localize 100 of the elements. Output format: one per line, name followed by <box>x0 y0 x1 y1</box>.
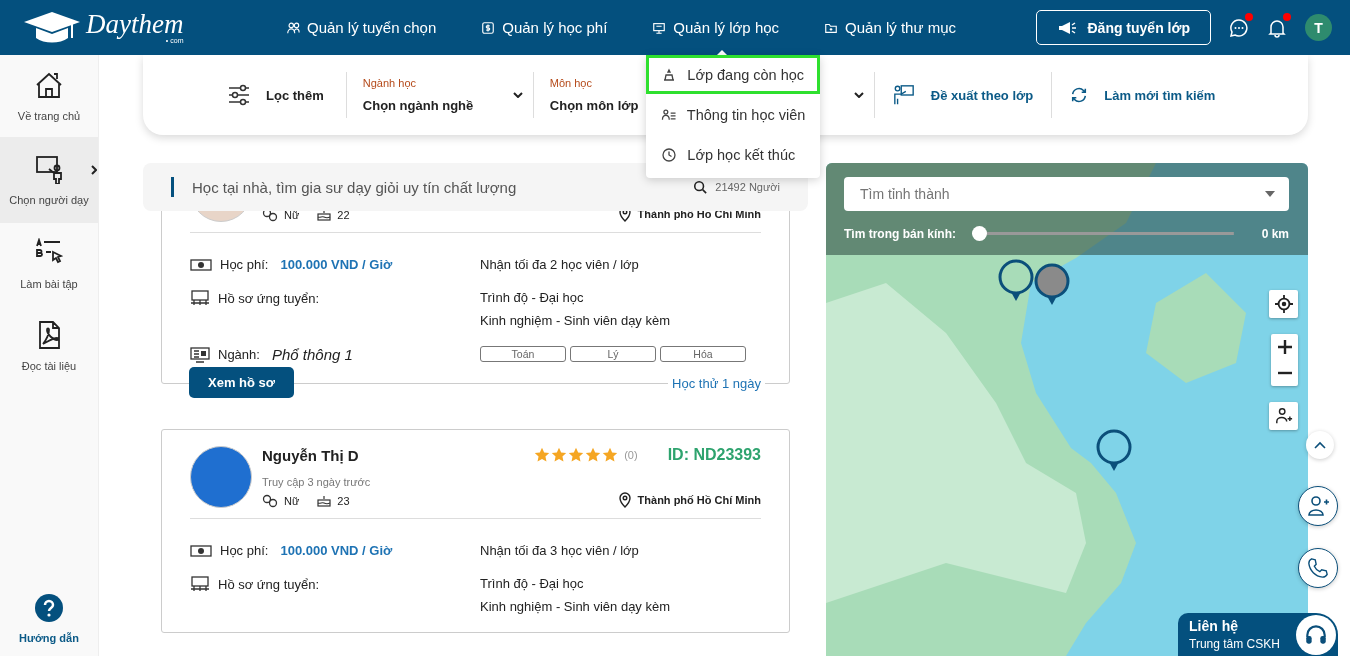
nav-link[interactable]: Quản lý lớp học <box>652 19 780 36</box>
scroll-up-button[interactable] <box>1306 431 1334 459</box>
profile-label: Hồ sơ ứng tuyển: <box>218 576 320 592</box>
post-class-button[interactable]: Đăng tuyển lớp <box>1036 10 1211 45</box>
capacity-text: Nhận tối đa 3 học viên / lớp <box>480 543 639 558</box>
menu-pointer-icon <box>715 50 728 56</box>
sidebar-item[interactable]: Làm bài tập <box>0 223 98 305</box>
nav-icon <box>286 20 300 35</box>
suggest-button[interactable]: Đề xuất theo lớp <box>874 72 1053 118</box>
more-filters-button[interactable]: Lọc thêm <box>228 72 347 118</box>
sidebar-icon <box>35 154 63 184</box>
money-icon <box>190 544 212 557</box>
locate-button[interactable] <box>1269 290 1298 318</box>
capacity-text: Nhận tối đa 2 học viên / lớp <box>480 257 639 272</box>
computer-icon <box>190 576 210 592</box>
plus-icon <box>1277 340 1292 354</box>
filter-select[interactable]: Môn học Chọn môn lớp <box>533 72 642 118</box>
headset-icon <box>1296 615 1336 655</box>
user-avatar[interactable]: T <box>1305 14 1332 41</box>
logo-wordmark: Daythem <box>86 11 184 37</box>
fee-value: 100.000 VND / Giờ <box>280 543 393 558</box>
computer-icon <box>190 290 210 306</box>
cake-icon <box>317 495 332 507</box>
money-icon <box>190 258 212 271</box>
person-plus-icon <box>1274 407 1293 425</box>
megaphone-icon <box>1057 19 1078 36</box>
education-text: Trình độ - Đại học <box>480 576 585 591</box>
gender-icon <box>262 494 278 508</box>
contact-panel[interactable]: Liên hệ Trung tâm CSKH <box>1178 613 1338 656</box>
help-link[interactable]: Hướng dẫn <box>0 594 98 656</box>
last-seen-text: Truy cập 3 ngày trước <box>262 476 372 488</box>
subject-tag: Toán <box>480 346 566 362</box>
sliders-icon <box>228 84 250 106</box>
refresh-icon <box>1070 86 1089 104</box>
fee-value: 100.000 VND / Giờ <box>280 257 393 272</box>
person-plus-icon <box>1306 494 1330 518</box>
nav-icon <box>481 20 496 35</box>
location-text: Thành phố Hồ Chí Minh <box>637 494 761 506</box>
contact-title: Liên hệ <box>1189 618 1239 634</box>
result-count: 21492 Người <box>715 181 780 193</box>
tutor-name: Nguyễn Thị D <box>262 447 360 464</box>
map-pin-icon[interactable] <box>998 259 1034 303</box>
review-count: (0) <box>624 449 638 461</box>
presenter-icon <box>892 84 915 106</box>
minus-icon <box>1277 371 1292 375</box>
sidebar-item[interactable]: Chọn người dạy <box>0 137 98 223</box>
fee-label: Học phí: <box>220 257 269 272</box>
search-field[interactable]: Học tại nhà, tìm gia sư dạy giỏi uy tín chất lượng <box>190 177 686 197</box>
contact-subtitle: Trung tâm CSKH <box>1189 637 1281 651</box>
subject-tag: Hóa <box>660 346 746 362</box>
star-icon <box>585 447 602 463</box>
slider-thumb[interactable] <box>972 226 987 241</box>
star-icon <box>602 447 619 463</box>
experience-text: Kinh nghiệm - Sinh viên dạy kèm <box>480 599 671 614</box>
search-icon <box>693 180 708 194</box>
nav-link[interactable]: Quản lý tuyển chọn <box>286 19 437 36</box>
nav-link[interactable]: Quản lý học phí <box>481 19 608 36</box>
subject-tag: Lý <box>570 346 656 362</box>
gender-text: Nữ <box>284 209 300 221</box>
radius-label: Tìm trong bán kính: <box>844 226 956 241</box>
star-icon <box>534 447 551 463</box>
map-pin-icon[interactable] <box>1096 429 1132 473</box>
menu-icon <box>661 146 678 163</box>
radius-value: 0 km <box>1261 226 1289 241</box>
menu-item[interactable]: Thông tin học viên <box>646 95 821 134</box>
fee-label: Học phí: <box>220 543 269 558</box>
call-button[interactable] <box>1298 548 1338 588</box>
profile-label: Hồ sơ ứng tuyển: <box>218 290 320 306</box>
map-pin-icon[interactable] <box>1034 263 1070 307</box>
gender-icon <box>262 208 278 222</box>
gender-text: Nữ <box>284 495 300 507</box>
help-icon <box>35 594 63 622</box>
phone-icon <box>1307 557 1329 579</box>
major-value: Phổ thông 1 <box>271 346 353 363</box>
crosshair-icon <box>1274 295 1293 313</box>
major-label: Ngành: <box>218 347 260 362</box>
nav-link[interactable]: Quản lý thư mục <box>824 19 956 36</box>
filter-select[interactable]: Ngành học Chọn ngành nghề <box>346 72 534 118</box>
chevron-icon <box>91 165 97 175</box>
caret-icon <box>1265 191 1275 197</box>
add-person-button[interactable] <box>1269 402 1298 430</box>
age-text: 23 <box>337 495 350 507</box>
caret-icon[interactable] <box>853 92 864 98</box>
caret-icon <box>512 92 523 98</box>
age-text: 22 <box>337 209 350 221</box>
sidebar-item[interactable]: Đọc tài liệu <box>0 305 98 387</box>
province-select[interactable]: Tìm tỉnh thành <box>844 177 1289 211</box>
star-icon <box>551 447 568 463</box>
sidebar-icon <box>35 70 63 100</box>
view-profile-button[interactable]: Xem hồ sơ <box>189 367 295 398</box>
trial-text: Học thử 1 ngày <box>668 376 765 391</box>
add-user-button[interactable] <box>1298 486 1338 526</box>
star-icon <box>568 447 585 463</box>
chevron-up-icon <box>1314 441 1326 449</box>
refresh-button[interactable]: Làm mới tìm kiếm <box>1052 72 1234 118</box>
menu-item[interactable]: Lớp đang còn học <box>646 55 821 94</box>
monitor-icon <box>190 346 210 363</box>
sidebar-item[interactable]: Về trang chủ <box>0 55 98 137</box>
location-pin-icon <box>617 492 632 508</box>
nav-icon <box>652 20 667 35</box>
